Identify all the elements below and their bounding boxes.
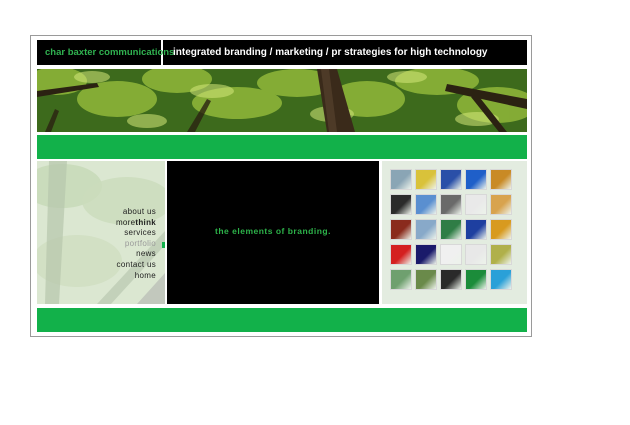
portfolio-thumbnail[interactable] bbox=[440, 169, 462, 190]
nav-link-home[interactable]: home bbox=[116, 271, 156, 282]
nav-link-portfolio[interactable]: portfolio bbox=[116, 239, 156, 250]
portfolio-thumbnail[interactable] bbox=[415, 269, 437, 290]
portfolio-thumbnail[interactable] bbox=[415, 219, 437, 240]
portfolio-thumbnail[interactable] bbox=[490, 269, 512, 290]
forest-banner-image bbox=[37, 69, 527, 132]
main-navigation: about us morethink services portfolio ne… bbox=[116, 207, 156, 281]
nav-link-morethink[interactable]: morethink bbox=[116, 218, 156, 229]
nav-link-contact-us[interactable]: contact us bbox=[116, 260, 156, 271]
portfolio-thumbnail[interactable] bbox=[440, 219, 462, 240]
portfolio-thumbnail[interactable] bbox=[465, 269, 487, 290]
active-nav-marker bbox=[162, 242, 165, 248]
portfolio-thumbnail[interactable] bbox=[390, 169, 412, 190]
site-frame: char baxter communications integrated br… bbox=[30, 35, 532, 337]
portfolio-thumbnail[interactable] bbox=[440, 194, 462, 215]
nav-panel: about us morethink services portfolio ne… bbox=[37, 161, 165, 304]
nav-link-news[interactable]: news bbox=[116, 249, 156, 260]
portfolio-thumbnail[interactable] bbox=[415, 244, 437, 265]
portfolio-thumbnail[interactable] bbox=[490, 169, 512, 190]
portfolio-thumbnail[interactable] bbox=[465, 219, 487, 240]
portfolio-thumbnail[interactable] bbox=[465, 194, 487, 215]
portfolio-thumbnail-grid bbox=[390, 169, 512, 290]
green-divider-bar bbox=[37, 135, 527, 159]
brand-name[interactable]: char baxter communications bbox=[37, 40, 174, 65]
portfolio-thumbnail[interactable] bbox=[390, 219, 412, 240]
portfolio-thumbnail[interactable] bbox=[440, 244, 462, 265]
portfolio-thumbnail[interactable] bbox=[390, 244, 412, 265]
portfolio-panel bbox=[382, 161, 527, 304]
nav-link-about-us[interactable]: about us bbox=[116, 207, 156, 218]
nav-link-services[interactable]: services bbox=[116, 228, 156, 239]
portfolio-thumbnail[interactable] bbox=[415, 169, 437, 190]
site-header: char baxter communications integrated br… bbox=[37, 40, 527, 65]
portfolio-thumbnail[interactable] bbox=[490, 244, 512, 265]
portfolio-thumbnail[interactable] bbox=[390, 194, 412, 215]
portfolio-thumbnail[interactable] bbox=[490, 194, 512, 215]
portfolio-thumbnail[interactable] bbox=[415, 194, 437, 215]
portfolio-thumbnail[interactable] bbox=[440, 269, 462, 290]
headline: the elements of branding. bbox=[215, 226, 331, 236]
nav-link-morethink-prefix: more bbox=[115, 217, 136, 227]
portfolio-thumbnail[interactable] bbox=[490, 219, 512, 240]
nav-link-morethink-bold: think bbox=[135, 217, 156, 227]
portfolio-thumbnail[interactable] bbox=[465, 244, 487, 265]
green-footer-bar bbox=[37, 308, 527, 332]
portfolio-thumbnail[interactable] bbox=[465, 169, 487, 190]
content-panel: the elements of branding. bbox=[167, 161, 379, 304]
site-tagline: integrated branding / marketing / pr str… bbox=[173, 47, 488, 58]
portfolio-thumbnail[interactable] bbox=[390, 269, 412, 290]
